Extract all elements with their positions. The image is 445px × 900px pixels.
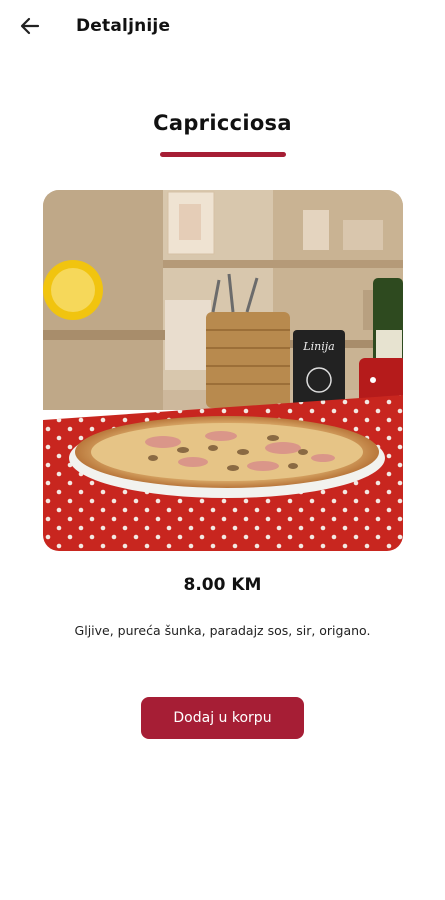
product-image: Linija: [43, 190, 403, 551]
back-button[interactable]: [14, 12, 46, 44]
add-to-cart-button[interactable]: Dodaj u korpu: [141, 697, 304, 739]
product-price: 8.00 KM: [183, 575, 262, 595]
title-underline: [160, 152, 286, 157]
page-title: Detaljnije: [76, 16, 171, 36]
arrow-left-icon: [19, 15, 41, 41]
product-name: Capricciosa: [153, 111, 292, 135]
sign-text: Linija: [302, 340, 334, 353]
product-description: Gljive, pureća šunka, paradajz sos, sir,…: [74, 623, 371, 638]
app-bar: Detaljnije: [0, 0, 445, 56]
